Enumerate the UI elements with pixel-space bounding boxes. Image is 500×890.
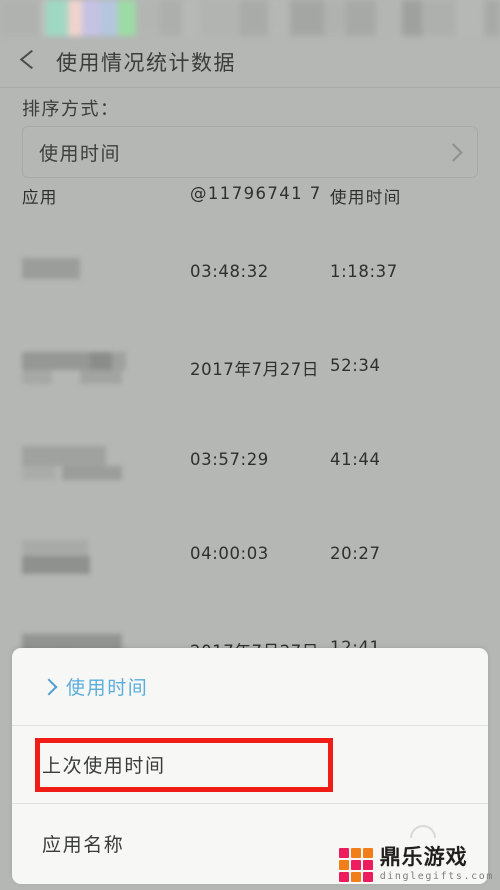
column-header-usage-time: 使用时间 xyxy=(330,188,402,207)
sort-option-label: 上次使用时间 xyxy=(42,755,166,777)
cell-last-used: 03:57:29 xyxy=(190,450,269,469)
watermark-block xyxy=(338,859,349,870)
status-bar-block xyxy=(46,0,68,36)
watermark-block xyxy=(350,859,361,870)
watermark-block xyxy=(362,847,373,858)
site-watermark: 鼎乐游戏 dinglegifts.com xyxy=(338,845,494,882)
watermark-title: 鼎乐游戏 xyxy=(379,845,468,869)
cell-last-used: 03:48:32 xyxy=(190,262,269,281)
phone-screen: 使用情况统计数据 排序方式： 使用时间 应用 @11796741 7 使用时间 … xyxy=(0,0,500,890)
status-bar-block xyxy=(68,0,82,36)
back-arrow-icon[interactable] xyxy=(12,45,46,79)
navigation-bar: 使用情况统计数据 xyxy=(0,36,500,88)
watermark-block xyxy=(362,859,373,870)
sort-by-label: 排序方式： xyxy=(22,99,120,120)
watermark-block xyxy=(362,871,373,882)
column-header-last-used: @11796741 7 xyxy=(190,184,322,203)
status-bar-block xyxy=(240,0,268,36)
status-bar-block xyxy=(0,0,40,36)
cell-last-used: 2017年7月27日 xyxy=(190,360,319,379)
status-bar-block xyxy=(422,0,456,36)
status-bar-block xyxy=(290,0,324,36)
sort-option-item[interactable]: 上次使用时间 xyxy=(12,726,488,804)
sort-by-value: 使用时间 xyxy=(39,142,122,165)
status-bar-block xyxy=(376,0,402,36)
cell-usage-time: 41:44 xyxy=(330,450,381,469)
watermark-logo-icon xyxy=(338,847,373,882)
table-row[interactable]: 04:00:03 20:27 xyxy=(0,514,500,608)
sort-by-select[interactable]: 使用时间 xyxy=(22,126,478,178)
page-title: 使用情况统计数据 xyxy=(56,50,236,75)
cell-last-used: 04:00:03 xyxy=(190,544,269,563)
status-bar-block xyxy=(200,0,240,36)
chevron-right-icon xyxy=(445,143,463,161)
status-bar-block xyxy=(118,0,136,36)
table-row[interactable]: 2017年7月27日 52:34 xyxy=(0,326,500,420)
status-bar-block xyxy=(160,0,182,36)
cell-usage-time: 1:18:37 xyxy=(330,262,398,281)
status-bar-block xyxy=(456,0,484,36)
table-header-row: 应用 @11796741 7 使用时间 xyxy=(0,184,500,232)
watermark-block xyxy=(338,847,349,858)
table-row[interactable]: 03:57:29 41:44 xyxy=(0,420,500,514)
watermark-domain: dinglegifts.com xyxy=(379,871,494,882)
sort-option-label: 使用时间 xyxy=(66,677,149,699)
status-bar-block xyxy=(346,0,376,36)
column-header-app: 应用 xyxy=(22,188,58,207)
watermark-block xyxy=(350,847,361,858)
status-bar-block xyxy=(268,0,290,36)
status-bar-block xyxy=(82,0,100,36)
table-row[interactable]: 03:48:32 1:18:37 xyxy=(0,232,500,326)
cell-usage-time: 20:27 xyxy=(330,544,381,563)
status-bar-block xyxy=(484,0,500,36)
watermark-block xyxy=(338,871,349,882)
sort-option-label: 应用名称 xyxy=(42,833,125,856)
status-bar-block xyxy=(402,0,422,36)
status-bar xyxy=(0,0,500,36)
status-bar-block xyxy=(324,0,346,36)
sort-option-item[interactable]: 使用时间 xyxy=(12,648,488,726)
watermark-block xyxy=(350,871,361,882)
chevron-right-selected-icon xyxy=(42,679,57,694)
status-bar-block xyxy=(136,0,160,36)
table-body: 03:48:32 1:18:37 2017年7月27日 52:34 03:57:29 41… xyxy=(0,232,500,702)
status-bar-block xyxy=(182,0,200,36)
cell-usage-time: 52:34 xyxy=(330,356,381,375)
status-bar-block xyxy=(100,0,118,36)
usage-stats-table: 应用 @11796741 7 使用时间 03:48:32 1:18:37 2017年… xyxy=(0,184,500,702)
